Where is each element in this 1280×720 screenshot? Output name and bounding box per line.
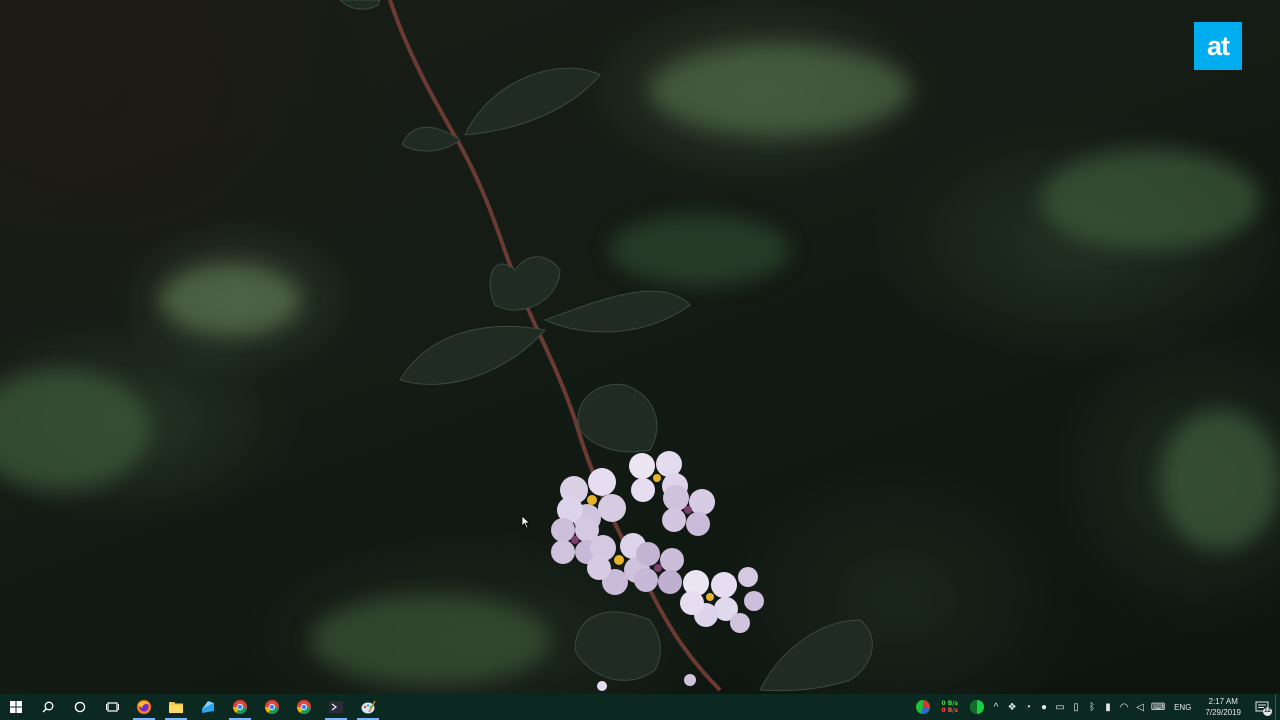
dropbox-icon[interactable]: ❖ — [1004, 694, 1020, 720]
chrome-icon — [265, 700, 279, 714]
keyboard-icon[interactable]: ⌨ — [1148, 694, 1168, 720]
search-icon — [42, 701, 54, 713]
steam-icon[interactable]: ◔ — [1020, 694, 1036, 720]
taskbar-chrome-2[interactable] — [256, 694, 288, 720]
taskbar-file-explorer[interactable] — [160, 694, 192, 720]
app-icon — [202, 701, 214, 713]
tray-app-pie[interactable] — [911, 694, 935, 720]
taskbar-paint[interactable] — [352, 694, 384, 720]
battery-icon[interactable]: ▮ — [1100, 694, 1116, 720]
paint-icon — [361, 700, 376, 714]
addictive-tips-logo: at — [1194, 22, 1242, 70]
system-tray: 0 B/s 0 B/s ^ ❖ ◔ ● ▭ ▯ ᛒ ▮ ◠ ◁ ⌨ ENG 2:… — [911, 694, 1280, 720]
language-indicator[interactable]: ENG — [1174, 703, 1191, 712]
green-circle-icon — [970, 700, 985, 714]
search-button[interactable] — [32, 694, 64, 720]
pie-chart-icon — [916, 700, 931, 714]
desktop-wallpaper: at — [0, 0, 1280, 694]
network-speed-meter[interactable]: 0 B/s 0 B/s — [941, 700, 958, 714]
flower-wallpaper-art — [0, 0, 1280, 692]
taskbar: 0 B/s 0 B/s ^ ❖ ◔ ● ▭ ▯ ᛒ ▮ ◠ ◁ ⌨ ENG 2:… — [0, 694, 1280, 720]
action-center-button[interactable]: 12 — [1249, 694, 1275, 720]
chrome-icon — [297, 700, 311, 714]
battery-saver-icon[interactable]: ▯ — [1068, 694, 1084, 720]
cortana-icon — [74, 701, 86, 713]
drop-icon[interactable]: ● — [1036, 694, 1052, 720]
show-hidden-icons[interactable]: ^ — [988, 694, 1004, 720]
show-desktop-button[interactable] — [1275, 694, 1280, 720]
task-view-icon — [105, 702, 119, 712]
taskbar-chrome-3[interactable] — [288, 694, 320, 720]
cortana-button[interactable] — [64, 694, 96, 720]
windows-start-icon — [10, 701, 22, 713]
bluetooth-icon[interactable]: ᛒ — [1084, 694, 1100, 720]
taskbar-chrome-1[interactable] — [224, 694, 256, 720]
clock[interactable]: 2:17 AM 7/29/2019 — [1205, 696, 1241, 718]
firefox-icon — [137, 700, 151, 714]
taskbar-terminal[interactable] — [320, 694, 352, 720]
start-button[interactable] — [0, 694, 32, 720]
taskbar-firefox[interactable] — [128, 694, 160, 720]
task-view-button[interactable] — [96, 694, 128, 720]
wifi-icon[interactable]: ◠ — [1116, 694, 1132, 720]
chevron-up-icon: ^ — [993, 701, 999, 713]
file-explorer-icon — [169, 702, 183, 713]
notification-count-badge: 12 — [1263, 707, 1272, 716]
upload-speed: 0 B/s — [941, 700, 959, 707]
clock-date: 7/29/2019 — [1205, 708, 1241, 717]
volume-icon[interactable]: ◁ — [1132, 694, 1148, 720]
clock-time: 2:17 AM — [1208, 697, 1238, 706]
chrome-icon — [233, 700, 247, 714]
download-speed: 0 B/s — [941, 707, 959, 714]
terminal-icon — [329, 701, 343, 713]
tray-app-green[interactable] — [966, 694, 988, 720]
folder-tray-icon[interactable]: ▭ — [1052, 694, 1068, 720]
mouse-cursor-icon — [521, 515, 531, 529]
taskbar-app[interactable] — [192, 694, 224, 720]
